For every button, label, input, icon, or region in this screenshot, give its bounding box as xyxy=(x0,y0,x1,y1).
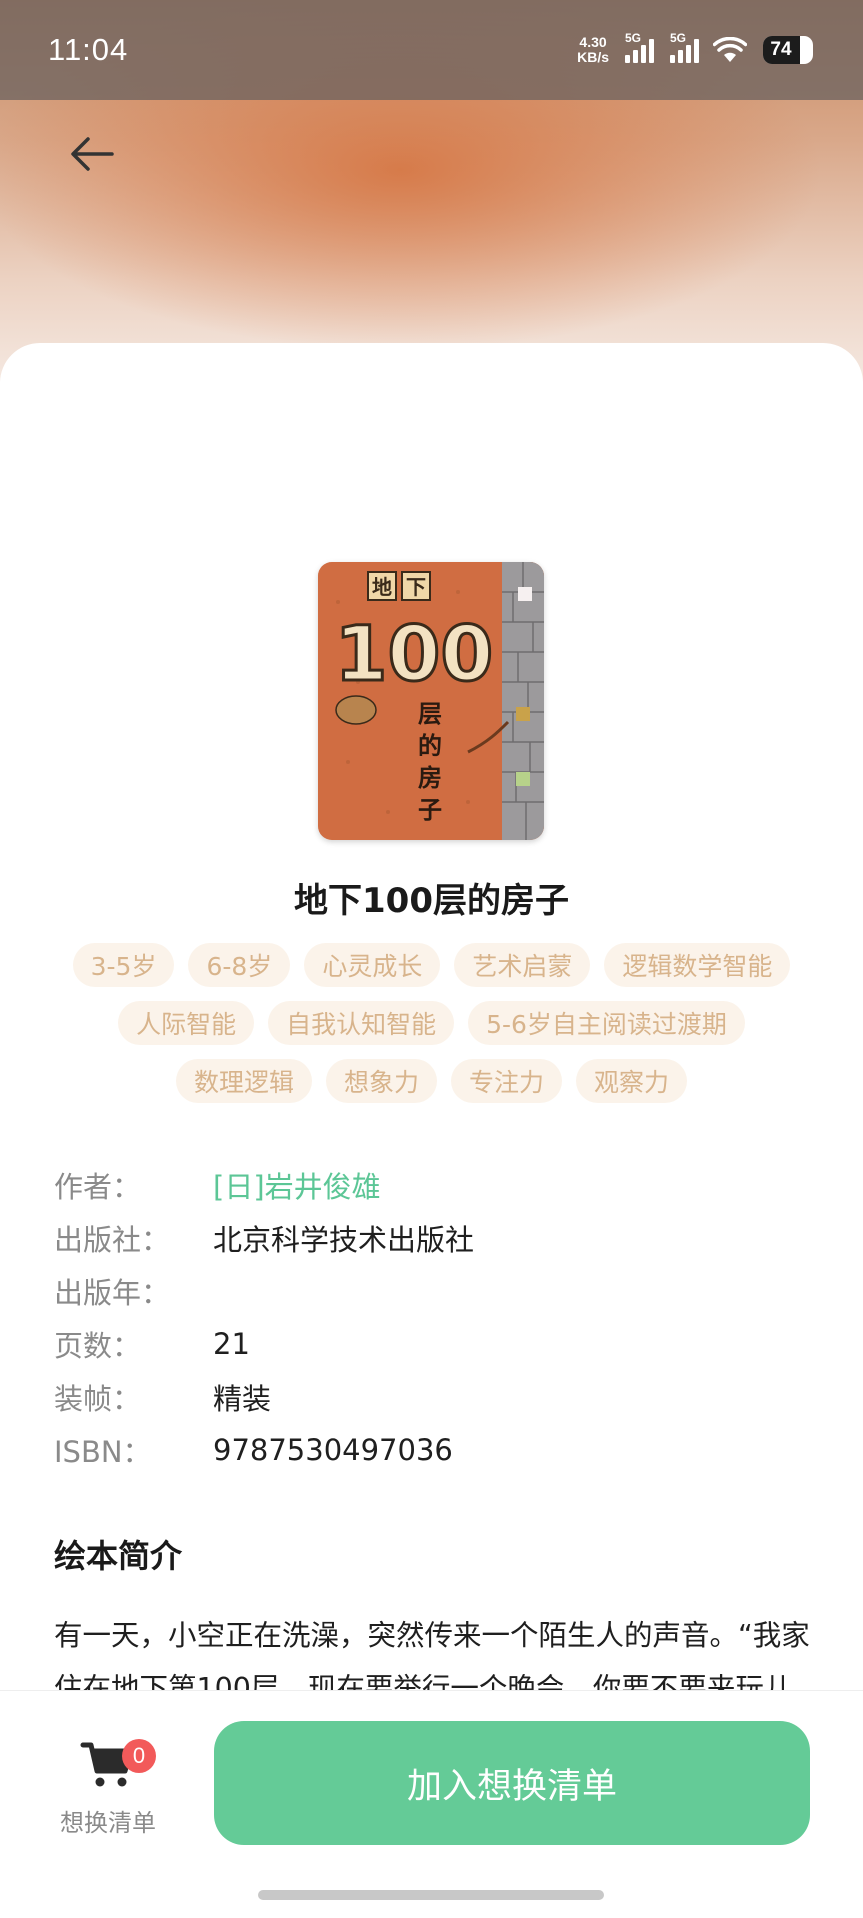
svg-text:的: 的 xyxy=(418,732,442,760)
svg-text:房: 房 xyxy=(418,764,442,792)
pages-key: 页数： xyxy=(54,1328,142,1363)
tag-list: 3-5岁 6-8岁 心灵成长 艺术启蒙 逻辑数学智能 人际智能 自我认知智能 5… xyxy=(40,943,823,1117)
signal-icon-sim2: 5G xyxy=(670,31,699,63)
status-bar: 11:04 4.30 KB/s 5G 5G 74 xyxy=(0,0,863,100)
author-key: 作者： xyxy=(54,1169,142,1204)
book-cover-image: 地 下 100 层 的 房 子 xyxy=(318,562,544,840)
add-to-wishlist-button[interactable]: 加入想换清单 xyxy=(214,1721,810,1845)
back-button[interactable] xyxy=(62,124,122,184)
year-key: 出版年： xyxy=(54,1275,171,1310)
network-speed: 4.30 KB/s xyxy=(577,35,609,65)
svg-text:下: 下 xyxy=(406,575,426,599)
svg-text:100: 100 xyxy=(335,609,494,698)
publisher-value: 北京科学技术出版社 xyxy=(213,1222,475,1257)
svg-text:层: 层 xyxy=(418,700,442,728)
tag-item[interactable]: 想象力 xyxy=(325,1059,437,1103)
tag-item[interactable]: 6-8岁 xyxy=(188,943,291,987)
pages-value: 21 xyxy=(213,1326,250,1361)
tag-row: 人际智能 自我认知智能 5-6岁自主阅读过渡期 xyxy=(40,1001,823,1045)
sim1-label: 5G xyxy=(625,31,642,45)
isbn-value: 9787530497036 xyxy=(213,1432,453,1467)
status-icons: 4.30 KB/s 5G 5G 74 xyxy=(577,31,813,65)
home-indicator[interactable] xyxy=(258,1890,604,1900)
tag-row: 数理逻辑 想象力 专注力 观察力 xyxy=(40,1059,823,1103)
book-title: 地下100层的房子 xyxy=(294,881,569,921)
info-row-publisher: 出版社： 北京科学技术出版社 xyxy=(54,1211,814,1264)
info-row-author: 作者： [日]岩井俊雄 xyxy=(54,1158,814,1211)
info-row-pages: 页数： 21 xyxy=(54,1317,814,1370)
svg-text:子: 子 xyxy=(418,796,442,824)
tag-item[interactable]: 人际智能 xyxy=(118,1001,255,1045)
binding-value: 精装 xyxy=(213,1381,272,1416)
book-cover[interactable]: 地 下 100 层 的 房 子 xyxy=(318,562,544,840)
tag-item[interactable]: 数理逻辑 xyxy=(175,1059,312,1103)
arrow-left-icon xyxy=(71,137,114,171)
signal-icon-sim1: 5G xyxy=(625,31,654,63)
tag-item[interactable]: 艺术启蒙 xyxy=(454,943,591,987)
info-row-isbn: ISBN： 9787530497036 xyxy=(54,1423,814,1476)
wifi-icon xyxy=(713,37,747,62)
status-time: 11:04 xyxy=(48,32,129,67)
battery-level: 74 xyxy=(770,39,792,60)
tag-row: 3-5岁 6-8岁 心灵成长 艺术启蒙 逻辑数学智能 xyxy=(40,943,823,987)
sim2-label: 5G xyxy=(670,31,687,45)
tag-item[interactable]: 5-6岁自主阅读过渡期 xyxy=(468,1001,745,1045)
info-row-year: 出版年： xyxy=(54,1264,814,1317)
book-info: 作者： [日]岩井俊雄 出版社： 北京科学技术出版社 出版年： 页数： 21 装… xyxy=(54,1158,814,1476)
tag-item[interactable]: 逻辑数学智能 xyxy=(604,943,791,987)
network-speed-unit: KB/s xyxy=(577,49,609,65)
author-link[interactable]: [日]岩井俊雄 xyxy=(213,1164,381,1206)
bottom-action-bar: 想换清单 0 加入想换清单 xyxy=(0,1690,863,1918)
cart-count-badge: 0 xyxy=(122,1739,156,1773)
tag-item[interactable]: 观察力 xyxy=(576,1059,688,1103)
tag-item[interactable]: 专注力 xyxy=(451,1059,563,1103)
wishlist-cart-button[interactable]: 想换清单 0 xyxy=(48,1739,168,1849)
tag-item[interactable]: 3-5岁 xyxy=(72,943,175,987)
isbn-key: ISBN： xyxy=(54,1434,152,1469)
book-detail-page: 11:04 4.30 KB/s 5G 5G 74 地 下 100 层 的 房 子… xyxy=(0,0,863,1918)
tag-item[interactable]: 自我认知智能 xyxy=(268,1001,455,1045)
battery-icon: 74 xyxy=(763,36,813,64)
tag-item[interactable]: 心灵成长 xyxy=(304,943,441,987)
content-card: 地 下 100 层 的 房 子 地下100层的房子 3-5岁 6-8岁 心灵成长… xyxy=(0,343,863,1918)
intro-title: 绘本简介 xyxy=(54,1537,183,1575)
publisher-key: 出版社： xyxy=(54,1222,171,1257)
cart-label: 想换清单 xyxy=(60,1809,156,1837)
network-speed-value: 4.30 xyxy=(579,34,607,50)
svg-text:地: 地 xyxy=(372,575,392,599)
info-row-binding: 装帧： 精装 xyxy=(54,1370,814,1423)
binding-key: 装帧： xyxy=(54,1381,142,1416)
